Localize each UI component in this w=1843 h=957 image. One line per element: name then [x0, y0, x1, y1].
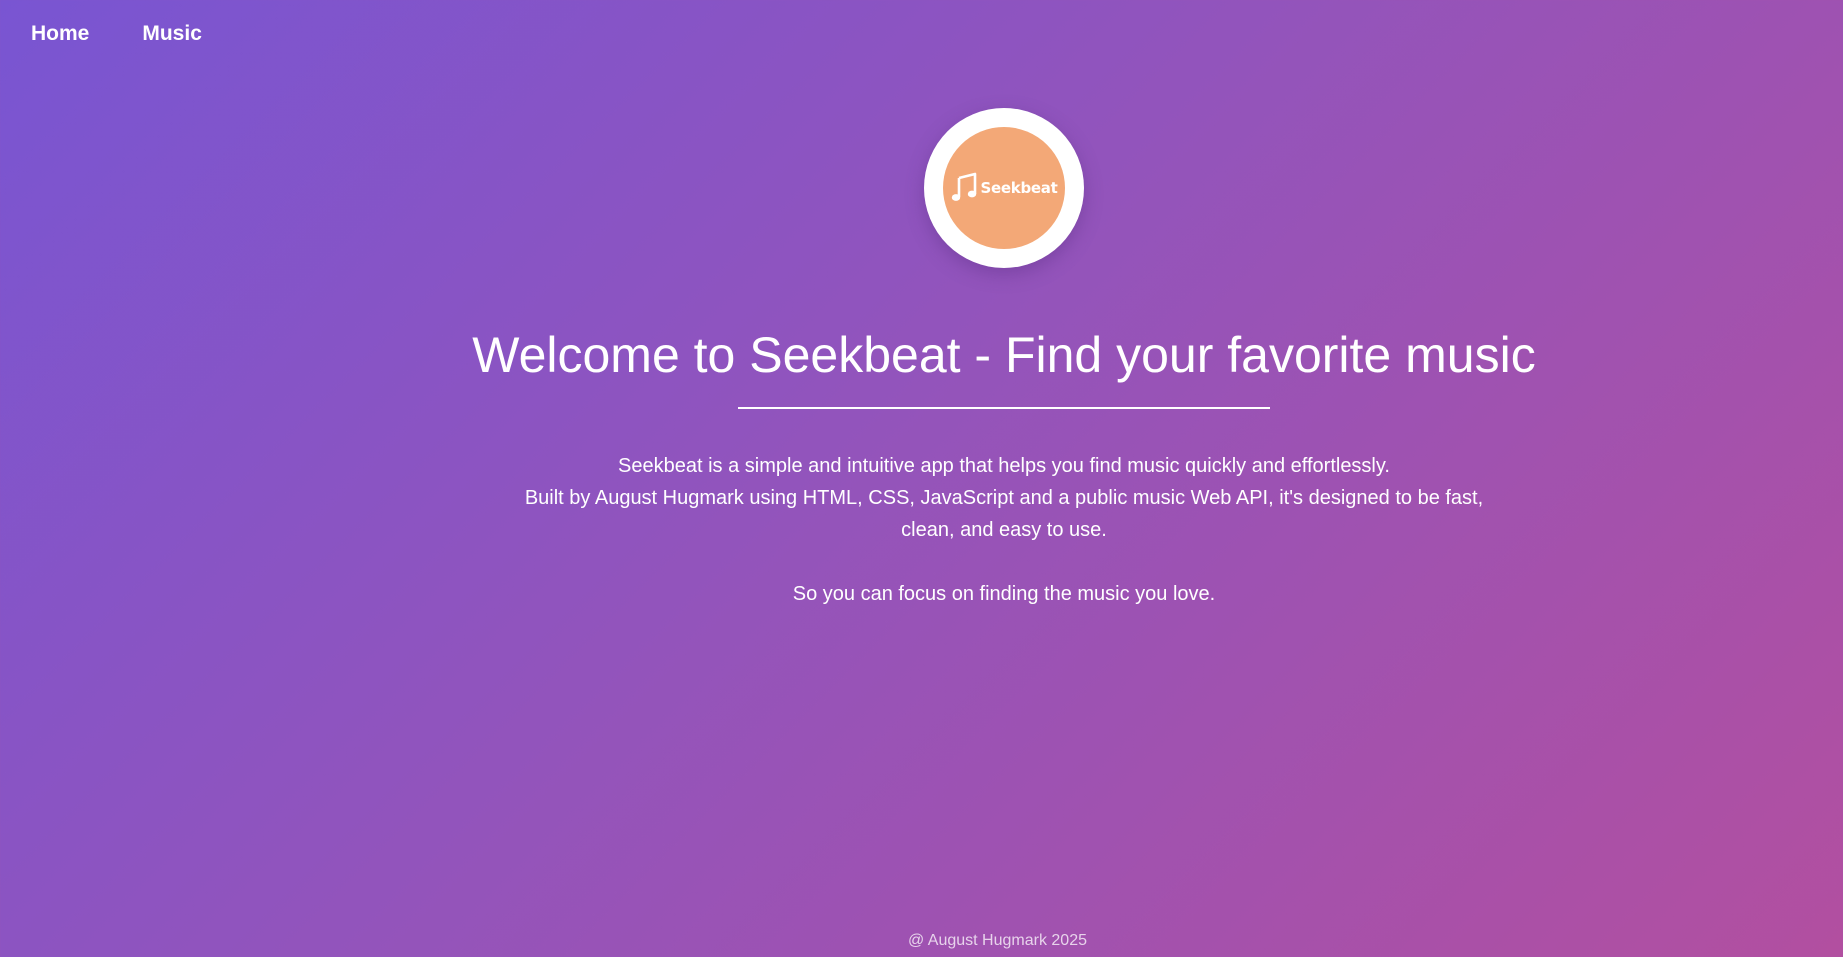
page-title: Welcome to Seekbeat - Find your favorite… — [472, 327, 1536, 383]
nav-home-link[interactable]: Home — [31, 22, 89, 46]
description-line-1: Seekbeat is a simple and intuitive app t… — [618, 455, 1390, 477]
title-divider — [738, 407, 1270, 409]
description: Seekbeat is a simple and intuitive app t… — [504, 450, 1504, 610]
music-note-icon — [951, 172, 976, 201]
top-nav: Home Music — [31, 22, 202, 46]
logo-wordmark: Seekbeat — [980, 179, 1058, 197]
footer-copyright: @ August Hugmark 2025 — [907, 932, 1087, 949]
description-line-2: Built by August Hugmark using HTML, CSS,… — [524, 487, 1484, 541]
logo-badge: Seekbeat — [924, 108, 1084, 268]
tagline: So you can focus on finding the music yo… — [792, 583, 1216, 605]
nav-music-link[interactable]: Music — [142, 22, 202, 46]
logo-circle: Seekbeat — [943, 127, 1065, 249]
